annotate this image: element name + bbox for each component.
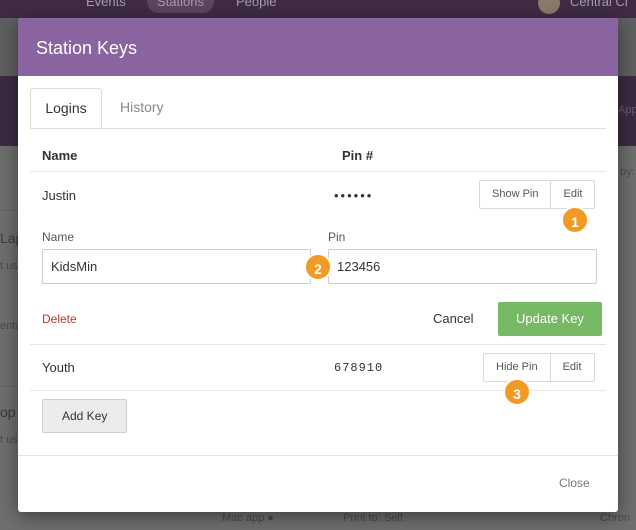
edit-key-form: Name Pin Delete Cancel Update Key [30,218,606,344]
tab-history[interactable]: History [120,88,164,126]
callout-marker-1: 1 [561,206,589,234]
background-nav-events: Events [86,0,126,9]
background-divider [0,386,18,387]
row-divider [30,344,606,345]
delete-link[interactable]: Delete [42,312,77,326]
pin-input[interactable] [328,249,597,284]
background-edge-text: App [618,104,636,116]
tab-logins[interactable]: Logins [30,88,102,129]
background-print-to: Print to: Self [343,512,403,524]
name-input[interactable] [42,249,311,284]
close-button[interactable]: Close [559,476,590,490]
name-field-label: Name [42,230,75,244]
show-pin-button[interactable]: Show Pin [479,180,552,209]
row-pin-masked: •••••• [334,188,374,203]
background-sort-by: by: [620,166,635,178]
row-pin-visible: 678910 [334,361,384,375]
background-chron: Chron [600,512,630,524]
pin-field-label: Pin [328,230,346,244]
background-mac-app: Mac app ● [222,512,274,524]
background-divider [0,210,18,211]
row-actions: Hide Pin Edit [483,353,595,382]
background-station-sub-2: t us [0,434,18,446]
background-station-title-2: op [0,404,16,420]
row-name: Youth [42,360,75,375]
tab-divider [30,128,606,129]
column-header-pin: Pin # [342,148,374,163]
column-header-name: Name [42,148,78,163]
edit-button[interactable]: Edit [550,353,595,382]
callout-marker-3: 3 [503,378,531,406]
background-user-name: Central Cl [570,0,628,9]
cancel-button[interactable]: Cancel [433,311,473,326]
modal-footer-divider [18,455,618,456]
background-nav-stations: Stations [147,0,214,13]
background-nav-people: People [236,0,277,9]
header-divider [30,171,606,172]
modal-title: Station Keys [36,38,138,58]
row-actions: Show Pin Edit [479,180,596,209]
background-avatar [538,0,560,14]
background-top-bar: Events Stations People Central Cl [0,0,636,18]
apple-icon: ● [267,512,274,524]
row-name: Justin [42,188,76,203]
callout-marker-2: 2 [304,253,332,281]
add-key-button[interactable]: Add Key [42,399,128,433]
edit-button[interactable]: Edit [551,180,596,209]
background-station-sub: t us [0,260,18,272]
update-key-button[interactable]: Update Key [498,302,602,336]
